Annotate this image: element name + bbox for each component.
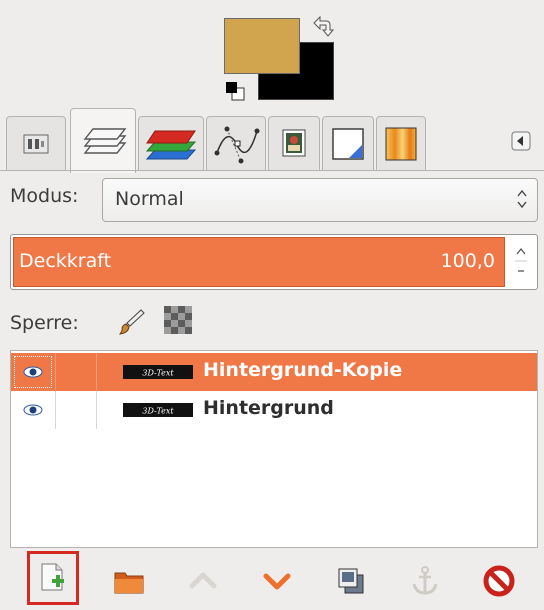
foreground-color-swatch[interactable] [224,18,300,74]
combo-arrows-icon [517,189,527,209]
raise-layer-button[interactable] [178,556,226,604]
opacity-value: 100,0 [440,250,495,272]
visibility-toggle[interactable] [11,353,55,391]
thumbnail-text: 3D-Text [142,369,174,378]
tab-channels[interactable] [138,116,204,171]
duplicate-layer-icon [338,568,364,594]
colormap-icon [282,129,306,157]
new-layer-icon [41,563,64,591]
channels-icon [145,130,197,160]
layer-name: Hintergrund-Kopie [203,359,403,381]
chain-toggle[interactable] [55,353,97,391]
lower-layer-icon [263,573,291,590]
tab-histogram[interactable] [322,116,374,171]
eye-icon [23,404,43,416]
tab-paths[interactable] [206,116,266,171]
mode-value: Normal [115,188,184,210]
mode-label: Modus: [10,185,79,207]
new-layer-button[interactable] [27,551,79,605]
lock-pixels-icon[interactable] [114,306,146,338]
thumbnail-text: 3D-Text [142,407,174,416]
tab-divider [0,170,544,171]
lock-alpha-icon[interactable] [164,306,192,334]
mode-select[interactable]: Normal [102,178,538,222]
paths-icon [214,126,260,164]
default-colors-icon[interactable] [224,80,246,102]
delete-layer-icon [483,565,515,597]
tab-colormap[interactable] [268,116,320,171]
chain-toggle[interactable] [55,391,97,429]
layer-row[interactable]: 3D-Text Hintergrund-Kopie [11,353,537,391]
layer-toolbar [0,548,544,610]
delete-layer-button[interactable] [474,556,522,604]
swap-colors-icon[interactable] [308,14,335,40]
layers-icon [83,128,127,154]
anchor-layer-button[interactable] [400,556,448,604]
opacity-label: Deckkraft [19,250,112,272]
tab-layers[interactable] [70,108,136,173]
dock-tabs [0,104,544,173]
lower-layer-button[interactable] [252,556,300,604]
raise-layer-icon [189,572,217,589]
tab-gradients[interactable] [376,116,426,171]
gradients-icon [385,127,417,161]
lock-label: Sperre: [10,312,79,334]
layer-row[interactable]: 3D-Text Hintergrund [11,391,537,429]
histogram-icon [332,128,364,160]
layer-list: 3D-Text Hintergrund-Kopie 3D-Text Hinter… [10,350,538,548]
layer-thumbnail: 3D-Text [123,403,193,417]
duplicate-layer-button[interactable] [326,556,374,604]
eye-icon [23,366,43,378]
color-area [220,14,340,104]
tab-menu-icon[interactable] [510,130,532,152]
tool-options-icon [23,134,49,154]
opacity-spinscale[interactable]: Deckkraft 100,0 [10,234,538,290]
anchor-layer-icon [412,566,438,595]
visibility-toggle[interactable] [11,391,55,429]
tab-tool-options[interactable] [6,116,66,171]
new-layer-group-icon [114,572,144,594]
layer-name: Hintergrund [203,397,334,419]
spin-buttons-icon[interactable] [511,241,531,281]
new-layer-group-button[interactable] [104,556,152,604]
layer-thumbnail: 3D-Text [123,365,193,379]
